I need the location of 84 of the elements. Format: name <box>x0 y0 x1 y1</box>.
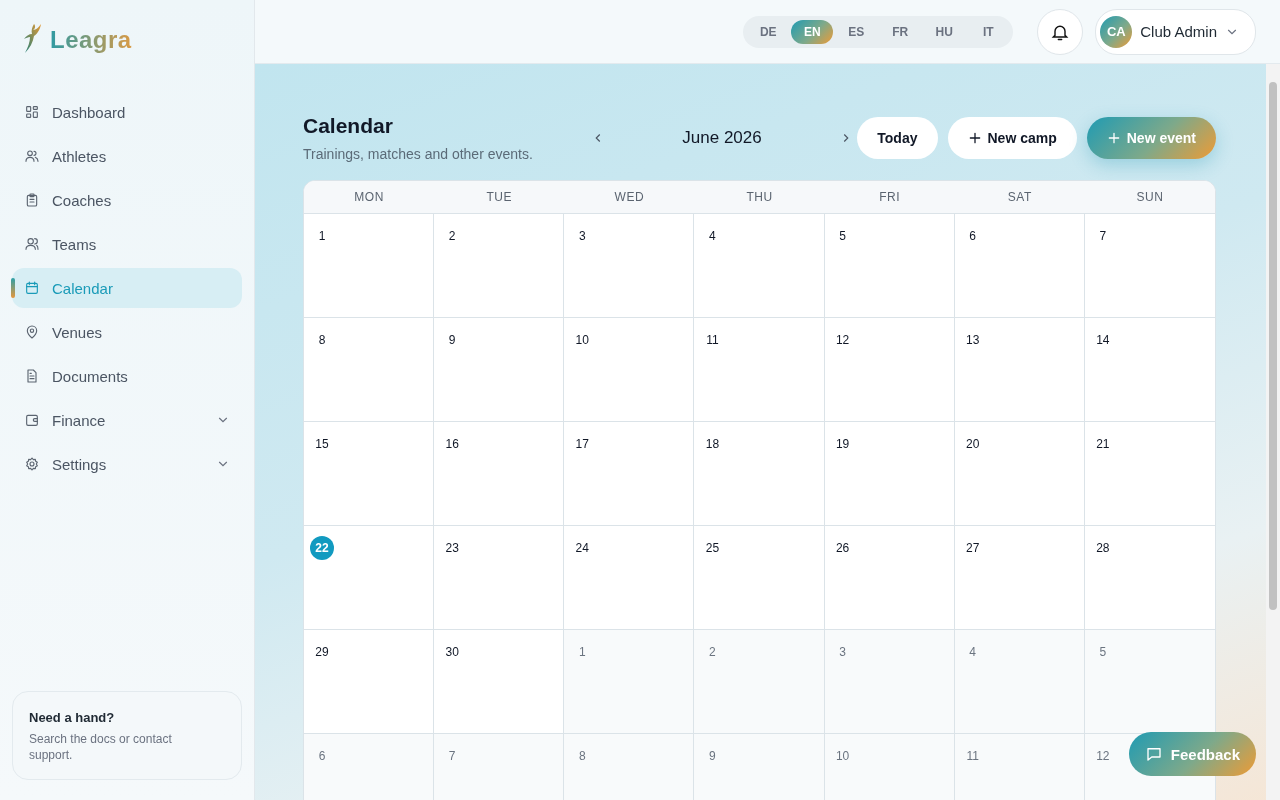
users-icon <box>24 148 40 164</box>
weekday-header: TUE <box>485 189 513 206</box>
wallet-icon <box>24 412 40 428</box>
day-number: 8 <box>577 748 587 765</box>
day-number: 24 <box>574 540 590 557</box>
day-number: 13 <box>965 332 981 349</box>
day-number: 14 <box>1095 332 1111 349</box>
help-title: Need a hand? <box>29 710 116 725</box>
weekday-header: THU <box>745 189 774 206</box>
weekday-header: SUN <box>1135 189 1165 206</box>
sidebar-item[interactable]: Venues <box>12 312 242 352</box>
day-number: 1 <box>577 644 587 661</box>
language-tab[interactable]: FR <box>879 19 922 44</box>
grid-icon <box>24 104 40 120</box>
help-text: Search the docs or contact support. <box>29 731 173 763</box>
day-number: 3 <box>838 644 847 661</box>
day-number: 16 <box>444 436 460 453</box>
day-number: 1 <box>317 228 327 245</box>
day-number: 6 <box>968 228 978 245</box>
day-number: 4 <box>968 644 978 661</box>
day-number: 10 <box>834 748 851 765</box>
page-title: Calendar <box>303 114 394 138</box>
document-icon <box>24 368 40 384</box>
clipboard-icon <box>24 192 40 208</box>
sidebar-item[interactable]: Coaches <box>12 180 242 220</box>
day-number: 27 <box>965 540 981 557</box>
calendar-icon <box>24 280 40 296</box>
day-number: 20 <box>965 436 981 453</box>
day-number: 28 <box>1095 540 1111 557</box>
active-indicator <box>11 278 15 298</box>
day-number: 12 <box>834 332 851 349</box>
sidebar-item[interactable]: Documents <box>12 356 242 396</box>
plus-icon <box>967 131 982 145</box>
settings-icon <box>24 456 40 472</box>
weekday-header: FRI <box>878 189 902 206</box>
day-number: 11 <box>965 748 980 765</box>
day-number: 11 <box>705 332 720 349</box>
location-pin-icon <box>24 324 40 340</box>
language-tab[interactable]: IT <box>967 19 1010 44</box>
day-number: 26 <box>834 540 851 557</box>
day-number: 4 <box>708 228 717 245</box>
day-number: 25 <box>704 540 721 557</box>
day-number: 15 <box>314 436 330 453</box>
day-number: 29 <box>314 644 330 661</box>
sidebar-item[interactable]: Finance <box>12 400 242 440</box>
day-number: 7 <box>1098 228 1108 245</box>
day-number: 30 <box>444 644 460 661</box>
day-number: 8 <box>317 332 327 349</box>
weekday-header: MON <box>353 189 385 206</box>
page-subtitle: Trainings, matches and other events. <box>303 146 534 162</box>
day-number: 23 <box>444 540 460 557</box>
day-number: 12 <box>1095 748 1111 765</box>
day-number: 2 <box>447 228 457 245</box>
chat-icon <box>1144 745 1163 763</box>
day-number: 7 <box>447 748 457 765</box>
day-number: 3 <box>577 228 587 245</box>
weekday-header: SAT <box>1006 189 1033 206</box>
plus-icon <box>1106 131 1121 145</box>
language-tab[interactable]: DE <box>747 19 790 44</box>
month-label: June 2026 <box>682 128 762 148</box>
day-number: 19 <box>834 436 851 453</box>
day-number: 5 <box>838 228 847 245</box>
users-icon <box>24 236 40 252</box>
language-tab[interactable]: ES <box>835 19 878 44</box>
sidebar-item[interactable]: Athletes <box>12 136 242 176</box>
today-button[interactable]: Today <box>857 117 938 159</box>
avatar: CA <box>1100 15 1133 48</box>
weekday-header: WED <box>613 189 646 206</box>
language-tab[interactable]: HU <box>923 19 966 44</box>
day-number: 5 <box>1098 644 1108 661</box>
new-camp-button[interactable]: New camp <box>947 117 1077 159</box>
user-menu[interactable]: CA Club Admin <box>1095 8 1256 55</box>
day-number: 22 <box>310 536 334 560</box>
day-number: 18 <box>704 436 721 453</box>
sidebar-item[interactable]: Settings <box>12 444 242 484</box>
day-number: 10 <box>574 332 590 349</box>
sidebar-item[interactable]: Teams <box>12 224 242 264</box>
sidebar-item[interactable]: Dashboard <box>12 92 242 132</box>
day-number: 9 <box>708 748 717 765</box>
day-number: 9 <box>447 332 457 349</box>
day-number: 17 <box>574 436 590 453</box>
day-number: 2 <box>708 644 717 661</box>
day-number: 21 <box>1095 436 1111 453</box>
day-number: 6 <box>317 748 327 765</box>
